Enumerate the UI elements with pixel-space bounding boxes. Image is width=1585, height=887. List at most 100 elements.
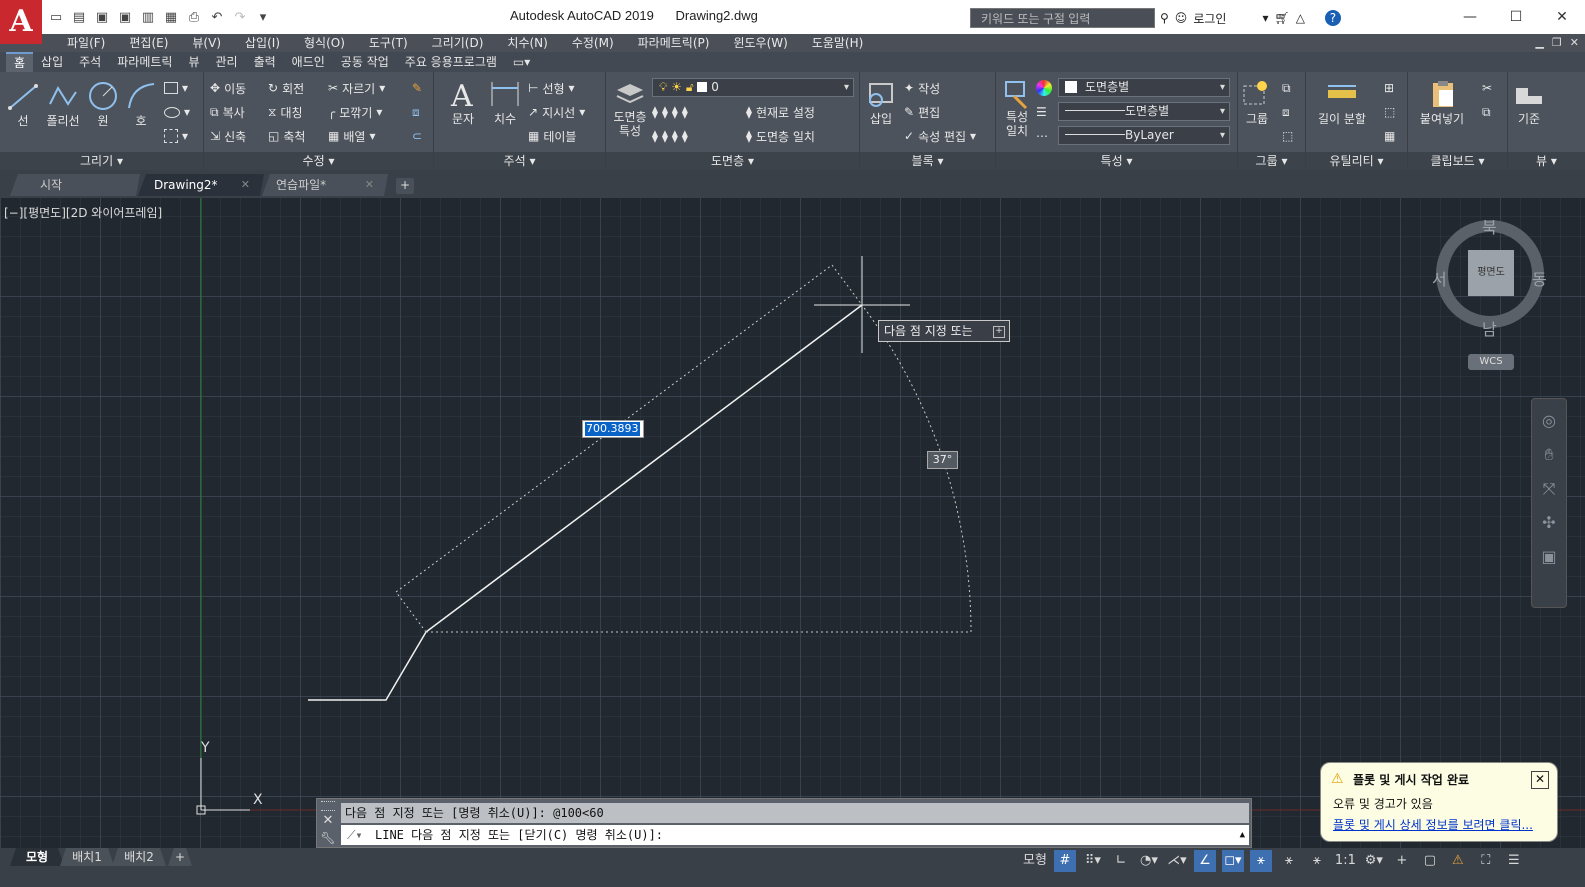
grid-icon[interactable]: # xyxy=(1053,850,1076,872)
layer-dropdown[interactable]: 💡︎ ☀ 🔓︎ 0 xyxy=(652,78,854,97)
offset-button[interactable]: ⊂ xyxy=(412,126,422,146)
polyline-button[interactable]: 폴리선 xyxy=(46,80,80,129)
doc-close-icon[interactable]: ✕ xyxy=(1570,34,1579,52)
lineweight-dropdown[interactable]: ByLayer xyxy=(1058,126,1230,145)
menu-help[interactable]: 도움말(H) xyxy=(800,34,876,52)
edit-attributes-button[interactable]: ✓ 속성 편집 ▾ xyxy=(904,126,976,146)
layer-off-icon[interactable]: ⧫ xyxy=(652,105,658,119)
notification-icon[interactable]: ⚠ xyxy=(1447,850,1469,872)
cart-icon[interactable]: 🛒︎ xyxy=(1274,11,1289,25)
showmotion-icon[interactable]: ▣ xyxy=(1537,545,1561,569)
tab-home[interactable]: 홈 xyxy=(6,52,34,72)
menu-window[interactable]: 윈도우(W) xyxy=(721,34,799,52)
rotate-button[interactable]: ↻ 회전 xyxy=(268,78,304,98)
snap-icon[interactable]: ⠿▾ xyxy=(1082,850,1104,872)
match-layer-button[interactable]: ⧫ 도면층 일치 xyxy=(746,126,815,146)
group-button[interactable]: 그룹 xyxy=(1240,78,1274,127)
tab-view[interactable]: 뷰 xyxy=(180,52,207,72)
group-select-icon[interactable]: ⬚ xyxy=(1282,126,1293,146)
help-icon[interactable]: ? xyxy=(1324,10,1341,26)
tab-manage[interactable]: 관리 xyxy=(207,52,245,72)
tab-featured-apps[interactable]: 주요 응용프로그램 xyxy=(397,52,505,72)
command-input[interactable]: ⟋▾ LINE 다음 점 지정 또는 [닫기(C) 명령 취소(U)]: ▲ xyxy=(341,825,1249,845)
tab-addins[interactable]: 애드인 xyxy=(284,52,333,72)
match-properties-button[interactable]: 특성 일치 xyxy=(998,78,1036,138)
linear-dim-button[interactable]: ⊢ 선형 ▾ xyxy=(528,78,575,98)
annotation-scale-icon[interactable]: ⚹ xyxy=(1306,850,1328,872)
add-layout-icon[interactable]: + xyxy=(168,848,192,866)
tab-insert[interactable]: 삽입 xyxy=(33,52,71,72)
ortho-icon[interactable]: ∟ xyxy=(1110,850,1132,872)
tab-output[interactable]: 출력 xyxy=(246,52,284,72)
login-button[interactable]: ⚲ ☺ 로그인 ▾ 🛒︎ △ ? xyxy=(1160,8,1341,28)
steering-wheel-icon[interactable]: ◎ xyxy=(1537,409,1561,433)
doc-restore-icon[interactable]: ❐ xyxy=(1552,34,1562,52)
model-space-toggle[interactable]: 모형 xyxy=(1022,850,1048,872)
new-file-icon[interactable]: ▭ xyxy=(46,7,66,27)
menu-dimension[interactable]: 치수(N) xyxy=(495,34,559,52)
base-view-button[interactable]: 기준 xyxy=(1512,78,1546,127)
save-web-icon[interactable]: ▦ xyxy=(161,7,181,27)
linetype-dropdown[interactable]: 도면층별 xyxy=(1058,102,1230,121)
minimize-icon[interactable]: — xyxy=(1447,0,1493,34)
pan-icon[interactable]: ✋︎ xyxy=(1537,443,1561,467)
group-edit-icon[interactable]: ⧈ xyxy=(1282,102,1290,122)
existing-line[interactable] xyxy=(308,631,427,701)
cut-icon[interactable]: ✂ xyxy=(1482,78,1492,98)
panel-modify-title[interactable]: 수정 ▾ xyxy=(204,152,433,170)
measure-button[interactable]: 길이 분할 xyxy=(1312,78,1372,127)
panel-clipboard-title[interactable]: 클립보드 ▾ xyxy=(1408,152,1507,170)
recent-commands-icon[interactable]: ▲ xyxy=(1240,825,1245,845)
binoculars-icon[interactable]: ⚲ xyxy=(1160,11,1169,25)
compass-west[interactable]: 서 xyxy=(1432,266,1447,290)
panel-view-title[interactable]: 뷰 ▾ xyxy=(1508,152,1585,170)
ribbon-toggle-icon[interactable]: ▭▾ xyxy=(505,52,538,72)
layer-thaw-icon[interactable]: ⧫ xyxy=(672,129,678,143)
save-icon[interactable]: ▣ xyxy=(92,7,112,27)
close-icon[interactable]: ✕ xyxy=(319,813,337,829)
explode-button[interactable]: ⧈ xyxy=(412,102,420,122)
add-icon[interactable]: + xyxy=(1391,850,1413,872)
insert-block-button[interactable]: 삽입 xyxy=(864,78,898,127)
close-icon[interactable]: ✕ xyxy=(1539,0,1585,34)
layer-on-icon[interactable]: ⧫ xyxy=(652,129,658,143)
drawing-area[interactable]: [−][평면도][2D 와이어프레임] 다음 점 지정 또는 + 700.3893… xyxy=(0,198,1585,848)
layer-isolate-icon[interactable]: ⧫ xyxy=(662,105,668,119)
text-button[interactable]: A 문자 xyxy=(446,78,480,127)
polar-tracking-icon[interactable]: ◔▾ xyxy=(1138,850,1160,872)
wcs-menu[interactable]: WCS xyxy=(1468,354,1514,370)
arc-button[interactable]: 호 xyxy=(124,80,158,129)
orbit-icon[interactable]: ✣ xyxy=(1537,511,1561,535)
layer-freeze-icon[interactable]: ⧫ xyxy=(672,105,678,119)
fillet-button[interactable]: ╭ 모깎기 ▾ xyxy=(328,102,382,122)
layer-lock-icon[interactable]: ⧫ xyxy=(682,105,688,119)
create-block-button[interactable]: ✦ 작성 xyxy=(904,78,940,98)
erase-button[interactable]: ✎ xyxy=(412,78,422,98)
circle-button[interactable]: 원 xyxy=(86,80,120,129)
isometric-icon[interactable]: ⋌▾ xyxy=(1166,850,1188,872)
annotation-visibility-icon[interactable]: ⚹ xyxy=(1249,850,1272,872)
zoom-extents-icon[interactable]: ⤧ xyxy=(1537,477,1561,501)
move-button[interactable]: ✥ 이동 xyxy=(210,78,246,98)
panel-groups-title[interactable]: 그룹 ▾ xyxy=(1238,152,1305,170)
line-button[interactable]: 선 xyxy=(6,80,40,129)
quick-select-icon[interactable]: ⊞ xyxy=(1384,78,1394,98)
new-tab-icon[interactable]: + xyxy=(396,178,414,194)
compass-north[interactable]: 북 xyxy=(1482,214,1497,238)
copy-clip-icon[interactable]: ⧉ xyxy=(1482,102,1491,122)
array-button[interactable]: ▦ 배열 ▾ xyxy=(328,126,375,146)
table-button[interactable]: ▦ 테이블 xyxy=(528,126,576,146)
layout-tab-1[interactable]: 배치1 xyxy=(60,848,114,866)
object-snap-tracking-icon[interactable]: ∠ xyxy=(1193,850,1216,872)
menu-format[interactable]: 형식(O) xyxy=(292,34,357,52)
plot-notification-balloon[interactable]: ⚠ 플롯 및 게시 작업 완료 ✕ 오류 및 경고가 있음 플롯 및 게시 상세… xyxy=(1320,762,1558,842)
stretch-button[interactable]: ⇲ 신축 xyxy=(210,126,246,146)
file-tab-drawing2[interactable]: Drawing2* ✕ xyxy=(138,174,264,196)
units-icon[interactable]: ▢ xyxy=(1419,850,1441,872)
layout-tab-2[interactable]: 배치2 xyxy=(112,848,166,866)
viewcube-face[interactable]: 평면도 xyxy=(1468,250,1514,296)
save-as-icon[interactable]: ▣ xyxy=(115,7,135,27)
calculator-icon[interactable]: ▦ xyxy=(1384,126,1395,146)
open-folder-icon[interactable]: ▤ xyxy=(69,7,89,27)
color-dropdown[interactable]: 도면층별 xyxy=(1058,78,1230,97)
